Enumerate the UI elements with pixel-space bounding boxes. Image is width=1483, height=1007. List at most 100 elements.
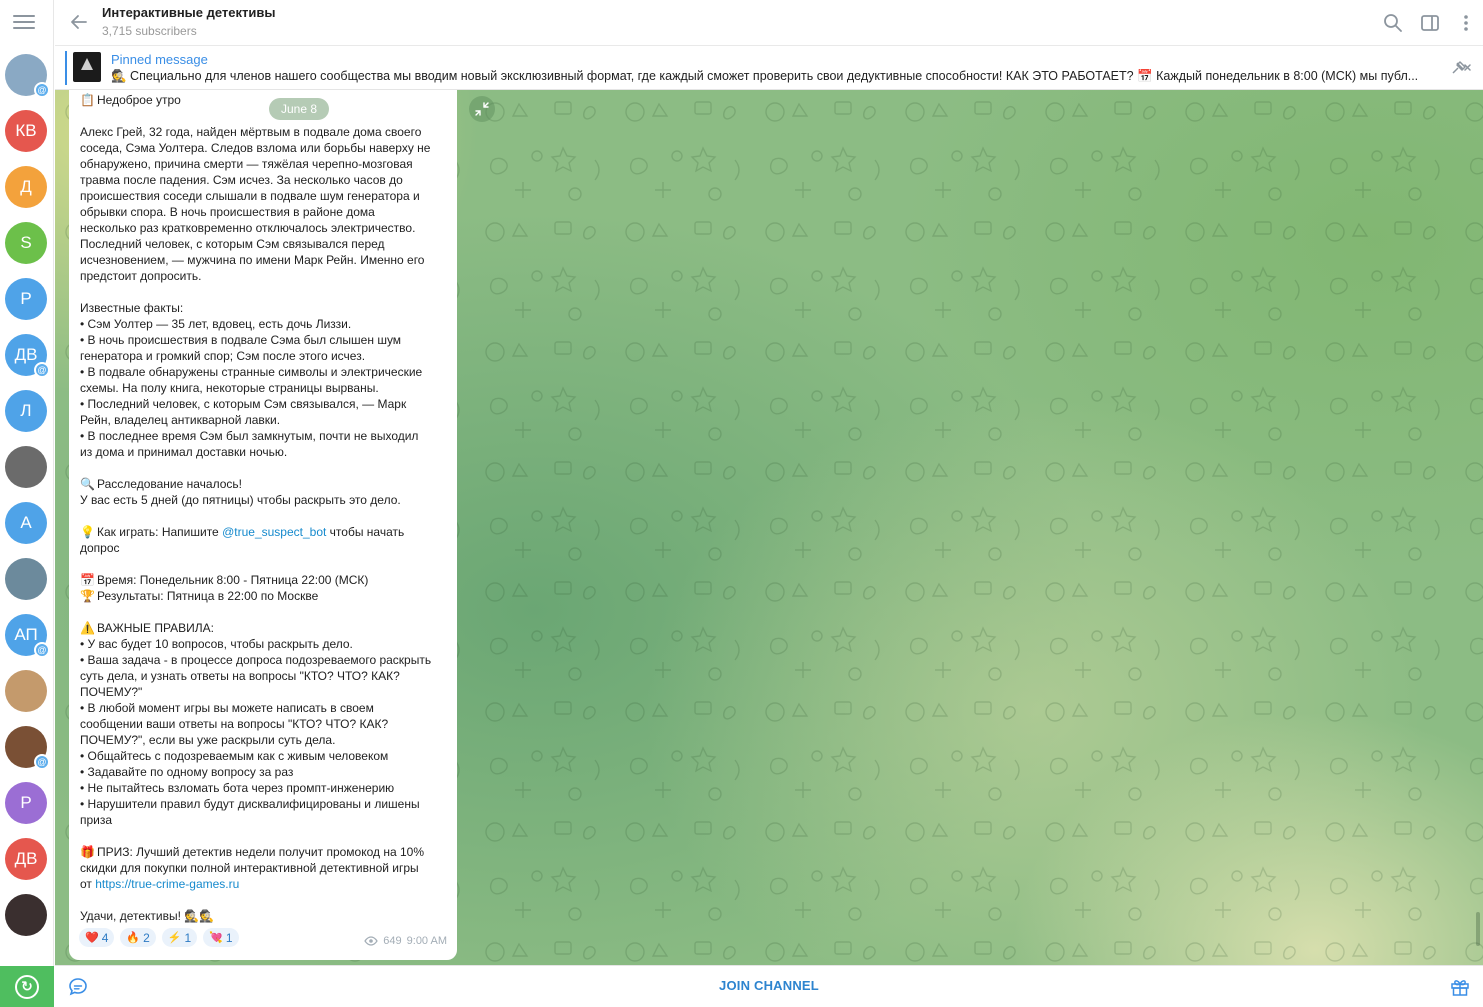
join-channel-button[interactable]: JOIN CHANNEL bbox=[55, 978, 1483, 993]
reaction-pill[interactable]: ❤️ 4 bbox=[79, 928, 115, 947]
chat-avatar[interactable]: @ bbox=[5, 726, 50, 770]
chat-avatar[interactable]: Д bbox=[5, 166, 47, 208]
message-line bbox=[80, 892, 452, 908]
message-line: • Задавайте по одному вопросу за раз bbox=[80, 764, 452, 780]
message-line bbox=[80, 556, 452, 572]
message-line: • В любой момент игры вы можете написать… bbox=[80, 700, 452, 716]
menu-icon[interactable] bbox=[13, 11, 35, 31]
pinned-thumbnail bbox=[73, 52, 101, 82]
message-line: 📋 Недоброе утро bbox=[80, 92, 452, 108]
chat-background: 📋 Недоброе утро Алекс Грей, 32 года, найде… bbox=[55, 90, 1483, 965]
reaction-count: 4 bbox=[101, 930, 109, 945]
bottom-bar: JOIN CHANNEL bbox=[55, 965, 1483, 1007]
line-text: допрос bbox=[80, 541, 120, 555]
reaction-icon: ❤️ bbox=[85, 932, 99, 944]
pinned-message-bar[interactable]: Pinned message 🕵️ Специально для членов … bbox=[55, 46, 1483, 90]
message-line: суть дела, и узнать ответы на вопросы "К… bbox=[80, 668, 452, 684]
chat-avatar[interactable]: S bbox=[5, 222, 47, 264]
update-icon: ↻ bbox=[15, 974, 39, 999]
more-options-icon[interactable] bbox=[1455, 12, 1477, 34]
message-line: ПОЧЕМУ?", если вы уже раскрыли суть дела… bbox=[80, 732, 452, 748]
line-text: Удачи, детективы! 🕵️🕵️ bbox=[80, 909, 215, 923]
chat-avatar[interactable]: А bbox=[5, 502, 47, 544]
gift-icon[interactable] bbox=[1449, 976, 1471, 998]
views-icon bbox=[364, 936, 379, 946]
line-text: • В последнее время Сэм был замкнутым, п… bbox=[80, 429, 419, 443]
message-line bbox=[80, 828, 452, 844]
line-text: несколько раз кратковременно отключалось… bbox=[80, 221, 416, 235]
message-line: ⚠️ ВАЖНЫЕ ПРАВИЛА: bbox=[80, 620, 452, 636]
message-line bbox=[80, 460, 452, 476]
line-text: • Сэм Уолтер — 35 лет, вдовец, есть дочь… bbox=[80, 317, 352, 331]
message-line: 💡 Как играть: Напишите @true_suspect_bot … bbox=[80, 524, 452, 540]
line-text: ПОЧЕМУ?" bbox=[80, 685, 143, 699]
message-line: обнаружено, причина смерти — тяжёлая чер… bbox=[80, 156, 452, 172]
line-text: Недоброе утро bbox=[97, 93, 181, 107]
update-button[interactable]: ↻ bbox=[0, 966, 54, 1007]
line-text: из дома и принимал доставки ночью. bbox=[80, 445, 288, 459]
chat-title[interactable]: Интерактивные детективы bbox=[102, 5, 275, 20]
line-text: Алекс Грей, 32 года, найден мёртвым в по… bbox=[80, 125, 422, 139]
chat-avatar[interactable]: Л bbox=[5, 390, 47, 432]
message-line: • В последнее время Сэм был замкнутым, п… bbox=[80, 428, 452, 444]
sidebar-toggle-icon[interactable] bbox=[1419, 12, 1441, 34]
chat-avatar[interactable]: АП @ bbox=[5, 614, 50, 658]
message-line: • Сэм Уолтер — 35 лет, вдовец, есть дочь… bbox=[80, 316, 452, 332]
line-text: • У вас будет 10 вопросов, чтобы раскрыт… bbox=[80, 637, 353, 651]
scrollbar[interactable] bbox=[1476, 912, 1480, 946]
search-icon[interactable] bbox=[1382, 12, 1404, 34]
message-line: Удачи, детективы! 🕵️🕵️ bbox=[80, 908, 452, 924]
reaction-icon: 🔥 bbox=[126, 932, 141, 944]
line-text: Расследование началось! bbox=[97, 477, 242, 491]
message-line: несколько раз кратковременно отключалось… bbox=[80, 220, 452, 236]
message-line: • Ваша задача - в процессе допроса подоз… bbox=[80, 652, 452, 668]
chat-avatar[interactable] bbox=[5, 670, 47, 712]
message-line: • Общайтесь с подозреваемым как с живым … bbox=[80, 748, 452, 764]
message-line: допрос bbox=[80, 540, 452, 556]
chat-avatar[interactable]: Р bbox=[5, 782, 47, 824]
reaction-pill[interactable]: 💘 1 bbox=[203, 928, 239, 947]
message-line bbox=[80, 284, 452, 300]
chat-avatar[interactable] bbox=[5, 446, 47, 488]
line-text: чтобы начать bbox=[326, 525, 405, 539]
line-text: от bbox=[80, 877, 96, 891]
chat-avatar[interactable]: ДВ bbox=[5, 838, 47, 880]
line-text: У вас есть 5 дней (до пятницы) чтобы рас… bbox=[80, 493, 401, 507]
emoji-icon: 💡 bbox=[80, 525, 95, 539]
emoji-icon: 🏆 bbox=[80, 589, 95, 603]
message-line: 🎁 ПРИЗ: Лучший детектив недели получит пр… bbox=[80, 844, 452, 860]
message-line: травма после падения. Сэм исчез. За неск… bbox=[80, 172, 452, 188]
pinned-indicator bbox=[65, 51, 67, 85]
avatar-initials: А bbox=[20, 513, 32, 532]
message-line: 📅 Время: Понедельник 8:00 - Пятница 22:00… bbox=[80, 572, 452, 588]
avatar-initials: КВ bbox=[15, 121, 37, 140]
avatar-initials: АП bbox=[14, 625, 38, 644]
chat-avatar[interactable]: ДВ @ bbox=[5, 334, 50, 378]
message-link[interactable]: https://true-crime-games.ru bbox=[95, 877, 239, 891]
message-text: 📋 Недоброе утро Алекс Грей, 32 года, найде… bbox=[80, 92, 452, 924]
unpin-icon[interactable] bbox=[1451, 60, 1471, 76]
emoji-icon: 📅 bbox=[80, 573, 95, 587]
message-line: соседа, Сэма Уолтера. Следов взлома или … bbox=[80, 140, 452, 156]
chat-avatar[interactable] bbox=[5, 558, 47, 600]
message-line: сообщении ваши ответы на вопросы "КТО? Ч… bbox=[80, 716, 452, 732]
reaction-pill[interactable]: 🔥 2 bbox=[120, 928, 156, 947]
chat-avatar[interactable]: КВ bbox=[5, 110, 47, 152]
message-line: У вас есть 5 дней (до пятницы) чтобы рас… bbox=[80, 492, 452, 508]
line-text: • В ночь происшествия в подвале Сэма был… bbox=[80, 333, 402, 347]
message-bubble[interactable]: 📋 Недоброе утро Алекс Грей, 32 года, найде… bbox=[69, 90, 457, 960]
message-line bbox=[80, 604, 452, 620]
chat-avatar[interactable] bbox=[5, 894, 47, 936]
reaction-pill[interactable]: ⚡ 1 bbox=[161, 928, 198, 947]
chat-avatar[interactable]: Р bbox=[5, 278, 47, 320]
reaction-count: 2 bbox=[143, 930, 150, 945]
message-line: • Последний человек, с которым Сэм связы… bbox=[80, 396, 452, 412]
message-link[interactable]: @true_suspect_bot bbox=[222, 525, 326, 539]
collapse-icon[interactable] bbox=[469, 96, 495, 122]
message-line: происшествия соседи слышали в подвале шу… bbox=[80, 188, 452, 204]
line-text: • Нарушители правил будут дисквалифициро… bbox=[80, 797, 420, 811]
chat-avatar[interactable]: @ bbox=[5, 54, 50, 98]
line-text: ВАЖНЫЕ ПРАВИЛА: bbox=[97, 621, 214, 635]
back-arrow-icon[interactable] bbox=[69, 12, 89, 32]
message-line: ПОЧЕМУ?" bbox=[80, 684, 452, 700]
